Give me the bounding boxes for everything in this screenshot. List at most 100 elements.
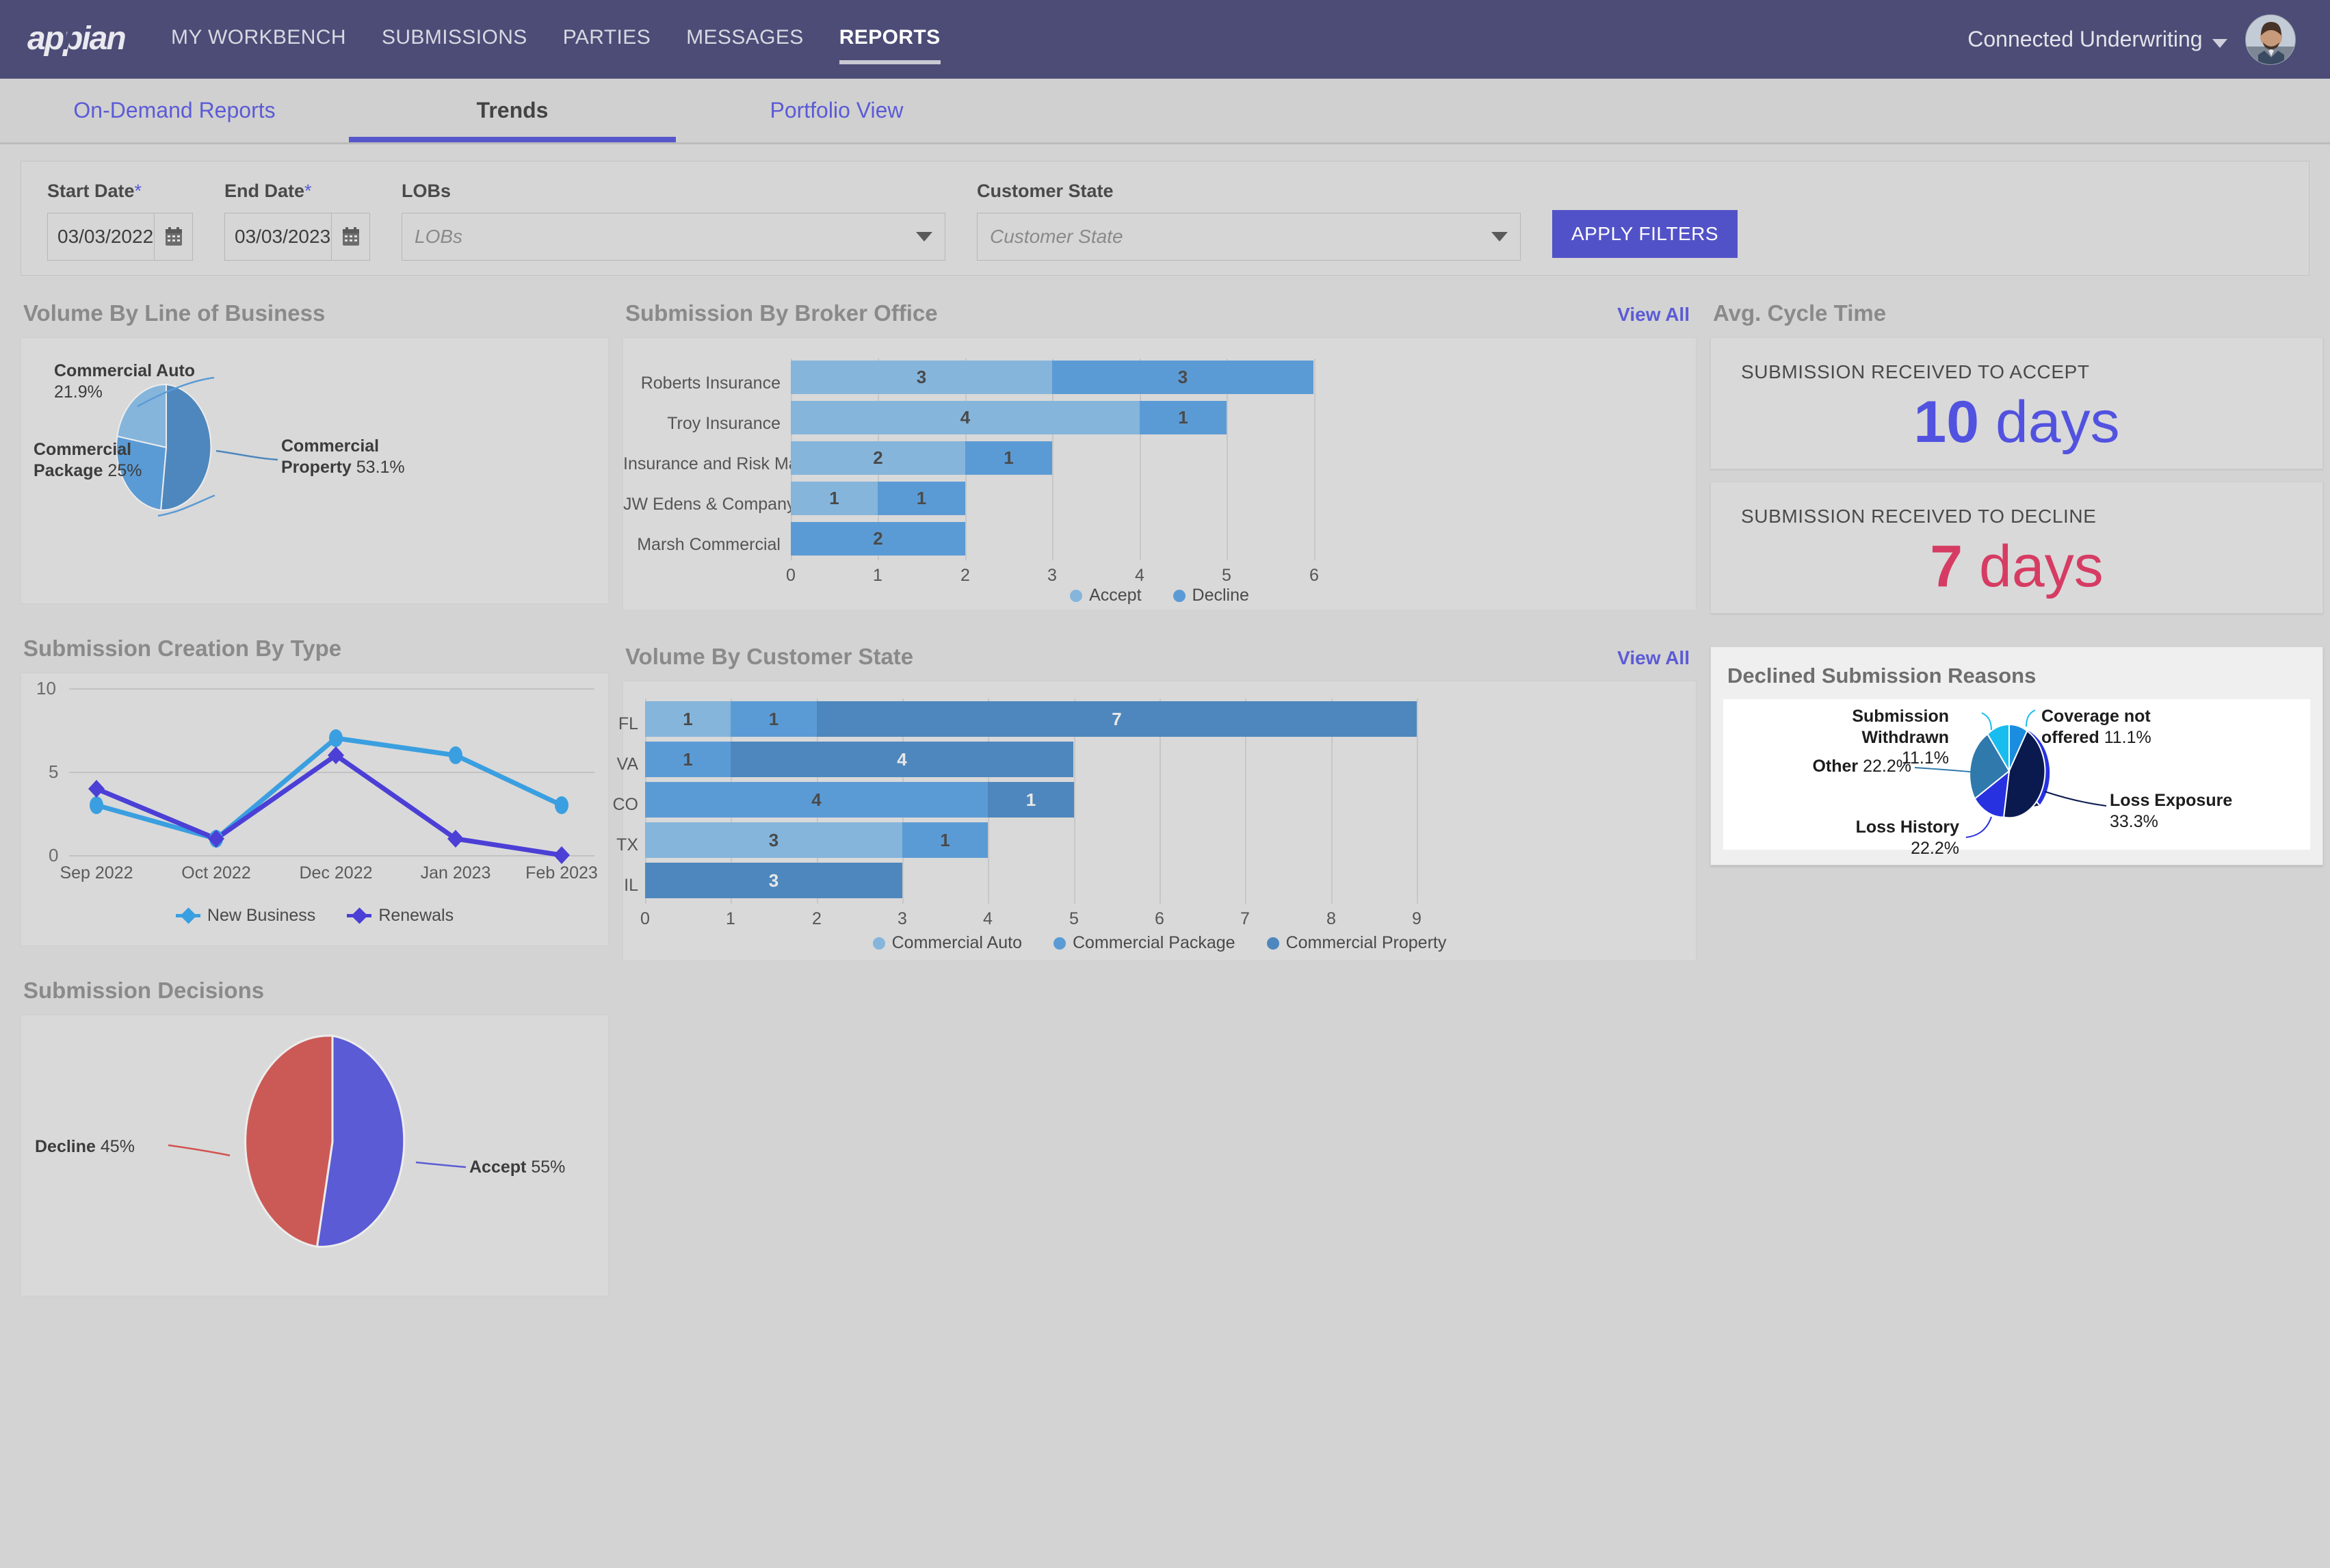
legend-item-commercial-package[interactable]: Commercial Package <box>1053 933 1235 953</box>
bar-fl-commercial-auto[interactable]: 1 <box>645 701 731 737</box>
legend-label-commercial-property: Commercial Property <box>1285 933 1447 952</box>
nav-link-parties[interactable]: PARTIES <box>563 26 651 60</box>
bar-co-commercial-package[interactable]: 4 <box>645 782 988 818</box>
xtick-5: 5 <box>1222 566 1231 585</box>
apply-filters-button[interactable]: APPLY FILTERS <box>1552 210 1738 258</box>
bar-co-commercial-property[interactable]: 1 <box>988 782 1074 818</box>
card-declined-submission-reasons: Declined Submission Reasons Submission W… <box>1710 646 2323 865</box>
kpi-number-decline: 7 <box>1930 534 1963 599</box>
tab-trends[interactable]: Trends <box>349 79 676 142</box>
bar-roberts-decline[interactable]: 3 <box>1052 361 1313 394</box>
xtick-2: 2 <box>812 909 822 928</box>
end-date-field-group: End Date* <box>224 181 370 261</box>
start-date-label: Start Date* <box>47 181 142 201</box>
end-date-input-wrapper[interactable] <box>224 213 370 261</box>
calendar-icon <box>342 227 359 246</box>
start-date-calendar-button[interactable] <box>154 213 192 260</box>
category-label-il: IL <box>624 876 638 895</box>
legend-item-commercial-auto[interactable]: Commercial Auto <box>872 933 1022 953</box>
org-name-label: Connected Underwriting <box>1967 27 2203 51</box>
view-all-customer-state[interactable]: View All <box>1617 647 1694 669</box>
bar-fl-commercial-property[interactable]: 7 <box>817 701 1417 737</box>
right-column: Avg. Cycle Time SUBMISSION RECEIVED TO A… <box>1710 291 2323 865</box>
legend-item-decline[interactable]: Decline <box>1173 586 1249 605</box>
view-all-broker-office[interactable]: View All <box>1617 304 1694 326</box>
tab-on-demand-reports[interactable]: On-Demand Reports <box>0 79 349 142</box>
legend-label-commercial-package: Commercial Package <box>1072 933 1235 952</box>
bar-tx-commercial-package[interactable]: 1 <box>902 822 988 858</box>
kpi-number-accept: 10 <box>1913 389 1980 455</box>
nav-link-messages[interactable]: MESSAGES <box>686 26 804 60</box>
kpi-submission-received-to-accept[interactable]: SUBMISSION RECEIVED TO ACCEPT 10 days <box>1710 337 2323 469</box>
legend-item-commercial-property[interactable]: Commercial Property <box>1266 933 1447 953</box>
leader-line-commercial-property <box>215 449 278 461</box>
bar-troy-decline[interactable]: 1 <box>1140 401 1227 434</box>
bar-marsh-decline[interactable]: 2 <box>791 522 965 556</box>
bar-troy-accept[interactable]: 4 <box>791 401 1140 434</box>
bar-va-commercial-package[interactable]: 1 <box>645 742 731 777</box>
end-date-input[interactable] <box>225 213 331 260</box>
required-asterisk: * <box>304 181 312 201</box>
org-switcher[interactable]: Connected Underwriting <box>1967 27 2227 52</box>
legend-item-new-business[interactable]: New Business <box>175 906 316 926</box>
pie-label-other: Other 22.2% <box>1812 757 1911 776</box>
tab-portfolio-view[interactable]: Portfolio View <box>676 79 997 142</box>
bar-tx-commercial-auto[interactable]: 3 <box>645 822 902 858</box>
bar-il-commercial-property[interactable]: 3 <box>645 863 902 898</box>
xtick-4: 4 <box>983 909 993 928</box>
bar-irms-accept[interactable]: 2 <box>791 441 965 475</box>
chevron-down-icon <box>916 232 932 241</box>
end-date-calendar-button[interactable] <box>331 213 369 260</box>
middle-column: Submission By Broker Office View All Rob… <box>613 291 1697 961</box>
nav-link-submissions[interactable]: SUBMISSIONS <box>382 26 527 60</box>
customer-state-label: Customer State <box>977 181 1114 201</box>
appian-logo[interactable]: appian <box>27 18 137 62</box>
line-series-new-business[interactable] <box>96 735 563 841</box>
lobs-select[interactable]: LOBs <box>402 213 945 261</box>
bar-fl-commercial-package[interactable]: 1 <box>731 701 817 737</box>
pie-slice-decline[interactable] <box>244 1034 334 1249</box>
xtick-oct-2022: Oct 2022 <box>181 863 251 883</box>
leader-line-loss-exposure <box>2044 791 2107 807</box>
legend-label-new-business: New Business <box>207 906 316 925</box>
card-volume-by-lob: Volume By Line of Business Commercial Au… <box>21 291 609 604</box>
customer-state-select[interactable]: Customer State <box>977 213 1521 261</box>
card-title-broker-office: Submission By Broker Office <box>625 300 938 326</box>
svg-text:appian: appian <box>27 21 125 57</box>
legend-customer-state: Commercial Auto Commercial Package Comme… <box>623 933 1696 953</box>
nav-link-reports[interactable]: REPORTS <box>839 26 941 64</box>
pie-label-commercial-package: Commercial Package 25% <box>34 440 142 480</box>
xtick-5: 5 <box>1069 909 1079 928</box>
start-date-input-wrapper[interactable] <box>47 213 193 261</box>
bar-va-commercial-property[interactable]: 4 <box>731 742 1073 777</box>
leader-line-accept <box>415 1161 467 1168</box>
chart-broker-office: Roberts Insurance 3 3 Troy Insurance 4 1… <box>623 337 1697 611</box>
start-date-field-group: Start Date* <box>47 181 193 261</box>
bar-roberts-accept[interactable]: 3 <box>791 361 1052 394</box>
chart-submission-creation: 10 5 0 Sep 2022 Oct 2022 Dec 2022 Jan 20… <box>21 672 609 946</box>
start-date-input[interactable] <box>48 213 154 260</box>
card-header-customer-state: Volume By Customer State View All <box>623 634 1697 681</box>
bar-jwedens-decline[interactable]: 1 <box>878 482 965 515</box>
category-label-fl: FL <box>618 714 638 733</box>
pie-chart-volume-by-lob: Commercial Auto 21.9% Commercial Package… <box>21 338 608 603</box>
bar-irms-decline[interactable]: 1 <box>965 441 1052 475</box>
legend-item-renewals[interactable]: Renewals <box>347 906 454 926</box>
primary-nav-links: MY WORKBENCH SUBMISSIONS PARTIES MESSAGE… <box>171 0 941 79</box>
gridline-x-9 <box>1417 698 1418 904</box>
kpi-submission-received-to-decline[interactable]: SUBMISSION RECEIVED TO DECLINE 7 days <box>1710 482 2323 614</box>
legend-marker-new-business <box>180 907 197 924</box>
kpi-label-decline: SUBMISSION RECEIVED TO DECLINE <box>1741 506 2097 527</box>
bar-jwedens-accept[interactable]: 1 <box>791 482 878 515</box>
xtick-jan-2023: Jan 2023 <box>420 863 491 883</box>
left-column: Volume By Line of Business Commercial Au… <box>21 291 609 1296</box>
legend-item-accept[interactable]: Accept <box>1070 586 1142 605</box>
legend-marker-renewals <box>351 907 368 924</box>
lobs-placeholder: LOBs <box>415 226 463 247</box>
card-customer-state: Volume By Customer State View All FL 1 1 <box>613 634 1697 961</box>
legend-label-commercial-auto: Commercial Auto <box>891 933 1022 952</box>
avatar[interactable] <box>2245 14 2296 65</box>
leader-line-decline <box>168 1144 231 1157</box>
nav-link-my-workbench[interactable]: MY WORKBENCH <box>171 26 346 60</box>
kpi-unit-accept: days <box>1995 389 2120 455</box>
